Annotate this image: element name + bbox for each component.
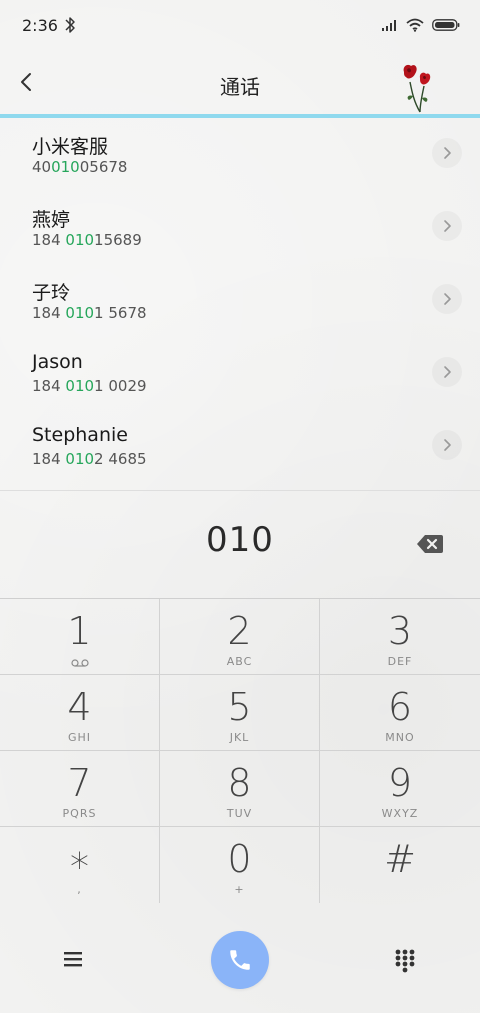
chevron-right-icon — [444, 220, 451, 232]
key-letters: DEF — [387, 655, 413, 668]
header: 通话 — [0, 52, 480, 114]
dialer-screen: 2:36 通话 小米客服 4001005678 燕婷 184 01015689 … — [0, 0, 480, 1013]
bottom-action-bar — [0, 908, 480, 1013]
signal-icon — [382, 20, 396, 31]
contact-name: 燕婷 — [32, 209, 71, 231]
contact-number: 184 01015689 — [32, 231, 142, 249]
key-hash[interactable]: # — [320, 827, 480, 903]
contact-number: 184 0101 5678 — [32, 304, 147, 322]
key-letters: PQRS — [62, 807, 97, 820]
key-1[interactable]: 1 — [0, 599, 160, 675]
contact-row[interactable]: 子玲 184 0101 5678 — [0, 264, 480, 337]
dialpad-icon[interactable] — [394, 948, 416, 974]
key-9[interactable]: 9 WXYZ — [320, 751, 480, 827]
list-divider — [0, 490, 480, 491]
key-letters: + — [234, 883, 245, 896]
key-digit: 7 — [67, 761, 92, 805]
key-digit: 5 — [227, 685, 252, 729]
key-digit: 8 — [227, 761, 252, 805]
rose-decoration-icon — [403, 64, 431, 113]
key-0[interactable]: 0 + — [160, 827, 320, 903]
contact-detail-button[interactable] — [432, 211, 462, 241]
contact-detail-button[interactable] — [432, 284, 462, 314]
key-digit: 4 — [67, 685, 92, 729]
contact-row[interactable]: Stephanie 184 0102 4685 — [0, 410, 480, 483]
backspace-icon[interactable] — [416, 533, 444, 555]
key-5[interactable]: 5 JKL — [160, 675, 320, 751]
menu-icon[interactable] — [62, 948, 86, 970]
phone-icon — [230, 950, 250, 970]
contact-name: Stephanie — [32, 424, 128, 446]
key-letters: MNO — [385, 731, 415, 744]
battery-icon — [432, 19, 460, 31]
key-digit: 9 — [387, 761, 413, 805]
contact-row[interactable]: Jason 184 0101 0029 — [0, 337, 480, 410]
key-2[interactable]: 2 ABC — [160, 599, 320, 675]
status-icons — [382, 16, 460, 34]
key-4[interactable]: 4 GHI — [0, 675, 160, 751]
key-7[interactable]: 7 PQRS — [0, 751, 160, 827]
key-letters: JKL — [229, 731, 250, 744]
key-8[interactable]: 8 TUV — [160, 751, 320, 827]
contact-suggestions-list: 小米客服 4001005678 燕婷 184 01015689 子玲 184 0… — [0, 118, 480, 490]
chevron-right-icon — [444, 293, 451, 305]
key-letters: GHI — [67, 731, 92, 744]
dialed-number-display[interactable]: 010 — [0, 520, 480, 576]
key-letters: ABC — [226, 655, 253, 668]
contact-detail-button[interactable] — [432, 357, 462, 387]
key-star[interactable]: * , — [0, 827, 160, 903]
key-6[interactable]: 6 MNO — [320, 675, 480, 751]
chevron-right-icon — [444, 439, 451, 451]
key-digit: # — [384, 837, 416, 881]
key-digit: 6 — [387, 685, 413, 729]
key-letters: , — [77, 883, 82, 896]
contact-name: Jason — [32, 351, 83, 373]
voicemail-icon — [71, 659, 89, 667]
dial-keypad: 1 2 ABC 3 DEF 4 GHI 5 JKL 6 MNO 7 PQRS 8… — [0, 598, 480, 909]
contact-number: 184 0102 4685 — [32, 450, 147, 468]
contact-row[interactable]: 燕婷 184 01015689 — [0, 191, 480, 264]
contact-number: 4001005678 — [32, 158, 128, 176]
key-3[interactable]: 3 DEF — [320, 599, 480, 675]
contact-name: 子玲 — [32, 282, 71, 304]
key-letters: TUV — [226, 807, 253, 820]
chevron-right-icon — [444, 366, 451, 378]
key-digit: 0 — [227, 837, 252, 881]
bluetooth-icon — [65, 17, 75, 33]
key-letters: WXYZ — [381, 807, 419, 820]
key-digit: 1 — [67, 609, 92, 653]
chevron-right-icon — [444, 147, 451, 159]
contact-detail-button[interactable] — [432, 430, 462, 460]
contact-detail-button[interactable] — [432, 138, 462, 168]
wifi-icon — [406, 18, 424, 32]
status-time: 2:36 — [22, 16, 58, 35]
contact-row[interactable]: 小米客服 4001005678 — [0, 118, 480, 191]
call-button[interactable] — [211, 931, 269, 989]
key-digit: 3 — [387, 609, 413, 653]
status-bar: 2:36 — [0, 0, 480, 52]
contact-number: 184 0101 0029 — [32, 377, 147, 395]
contact-name: 小米客服 — [32, 136, 109, 158]
key-digit: 2 — [227, 609, 252, 653]
